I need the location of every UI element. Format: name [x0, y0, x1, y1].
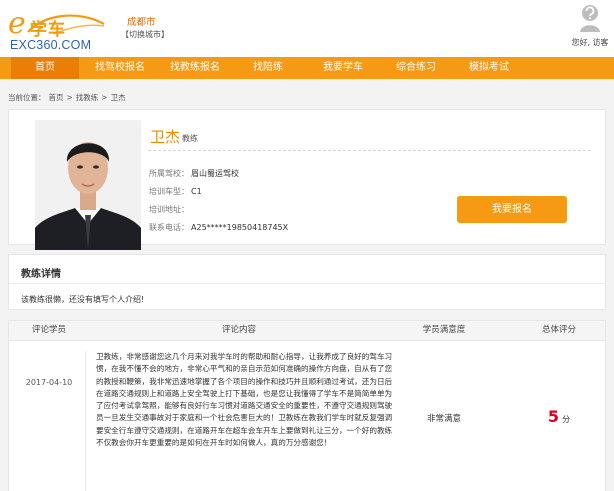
column-header-student: 评论学员 — [31, 325, 66, 335]
nav-find-school[interactable]: 找驾校报名 — [85, 57, 155, 79]
breadcrumb-current: 卫杰 — [110, 93, 126, 102]
address-label: 培训地址： — [149, 205, 189, 214]
nav-find-sparring[interactable]: 找陪练 — [238, 57, 298, 79]
phone-value: A25*****19850418745X — [191, 223, 289, 232]
coach-detail-panel: 教练详情 该教练很懒，还没有填写个人介绍! — [8, 254, 606, 310]
phone-label: 联系电话： — [149, 223, 189, 232]
breadcrumb-prefix: 当前位置： — [8, 93, 46, 102]
review-date: 2017-04-10 — [25, 378, 73, 387]
coach-detail-title: 教练详情 — [21, 269, 61, 280]
logo-text: 学车 — [30, 20, 66, 40]
breadcrumb-find-coach[interactable]: 找教练 — [76, 93, 99, 102]
nav-mock-exam[interactable]: 模拟考试 — [458, 57, 520, 79]
divider — [148, 150, 591, 151]
car-type-value: C1 — [191, 187, 202, 196]
site-header: e 学车 EXC360.COM 成都市 【切换城市】 您好, 访客 — [0, 0, 614, 57]
logo-e-mark: e — [8, 6, 26, 41]
coach-photo — [35, 120, 141, 250]
user-menu[interactable]: 您好, 访客 — [570, 4, 610, 48]
column-header-score: 总体评分 — [541, 325, 576, 335]
switch-city-link[interactable]: 【切换城市】 — [121, 29, 169, 40]
main-nav: 首页 找驾校报名 找教练报名 找陪练 我要学车 综合练习 模拟考试 — [0, 57, 614, 79]
breadcrumb-separator: > — [66, 93, 73, 102]
signup-button[interactable]: 我要报名 — [457, 196, 567, 223]
coach-role: 教练 — [182, 134, 198, 143]
reviews-header-row: 评论学员 评论内容 学员满意度 总体评分 — [9, 321, 605, 341]
review-score-value: 5 — [547, 407, 560, 426]
coach-school-row: 所属驾校： 眉山蜀运驾校 — [149, 168, 239, 179]
site-logo[interactable]: e 学车 EXC360.COM — [8, 6, 108, 52]
breadcrumb-home[interactable]: 首页 — [49, 93, 64, 102]
coach-phone-row: 联系电话： A25*****19850418745X — [149, 222, 288, 233]
coach-profile-card: 卫杰 教练 所属驾校： 眉山蜀运驾校 培训车型： C1 培训地址： 联系电话： A25… — [8, 109, 606, 250]
guest-greeting: 您好, 访客 — [571, 38, 609, 47]
coach-detail-text: 该教练很懒，还没有填写个人介绍! — [21, 295, 145, 304]
divider — [9, 283, 605, 284]
review-content: 卫教练，非常感谢您这几个月来对我学车时的帮助和耐心指导，让我养成了良好的驾车习惯… — [85, 351, 396, 491]
nav-find-coach[interactable]: 找教练报名 — [160, 57, 230, 79]
review-satisfaction: 非常满意 — [426, 414, 461, 424]
reviews-table: 评论学员 评论内容 学员满意度 总体评分 2017-04-10 卫教练，非常感谢… — [8, 320, 606, 491]
logo-url: EXC360.COM — [10, 38, 92, 52]
coach-address-row: 培训地址： — [149, 204, 191, 215]
nav-home[interactable]: 首页 — [11, 57, 79, 79]
guest-avatar-icon — [580, 5, 600, 32]
review-score-unit: 分 — [562, 415, 571, 424]
column-header-satisfaction: 学员满意度 — [422, 325, 466, 335]
review-score: 5分 — [529, 407, 589, 426]
breadcrumb: 当前位置： 首页 > 找教练 > 卫杰 — [8, 92, 129, 103]
nav-practice[interactable]: 综合练习 — [385, 57, 447, 79]
nav-learn-driving[interactable]: 我要学车 — [312, 57, 374, 79]
current-city: 成都市 — [127, 17, 156, 28]
breadcrumb-separator: > — [101, 93, 108, 102]
coach-car-row: 培训车型： C1 — [149, 186, 202, 197]
school-label: 所属驾校： — [149, 169, 189, 178]
car-type-label: 培训车型： — [149, 187, 189, 196]
coach-name: 卫杰 — [150, 128, 181, 146]
column-header-content: 评论内容 — [221, 325, 256, 335]
school-value[interactable]: 眉山蜀运驾校 — [191, 169, 239, 178]
